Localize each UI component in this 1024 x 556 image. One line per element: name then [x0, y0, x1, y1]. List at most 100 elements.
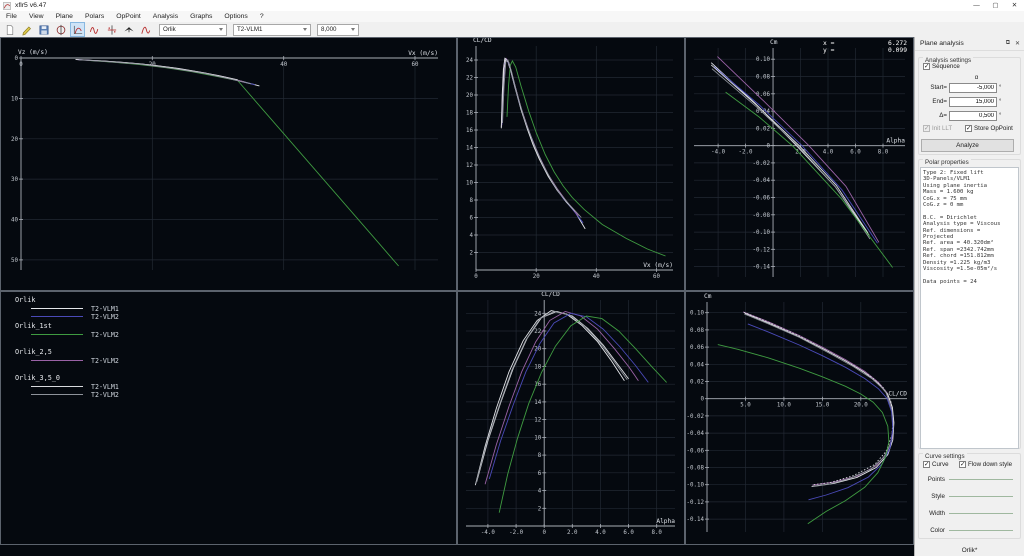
graph-g1-canvas[interactable]: 0 20 40 6001020304050Vz (m/s) Vx (m/s)	[1, 38, 456, 290]
menu-polars[interactable]: Polars	[79, 11, 110, 22]
svg-text:2.0: 2.0	[567, 530, 578, 536]
svg-text:20: 20	[466, 93, 473, 99]
svg-text:10: 10	[534, 435, 541, 441]
graph-g2-canvas[interactable]: 0 20 40 6024681012141618202224CL/CDVx (m/s)	[458, 37, 684, 290]
polar-view-icon[interactable]	[70, 22, 85, 37]
store-oppoint-checkbox-box[interactable]: ✓	[965, 125, 972, 132]
flow-down-style-checkbox-box[interactable]: ✓	[959, 461, 966, 468]
svg-text:-0.14: -0.14	[687, 517, 705, 523]
legend-group-name: Orlik_1st	[15, 322, 52, 330]
svg-text:Vx (m/s): Vx (m/s)	[643, 262, 673, 269]
3d-view-icon[interactable]	[121, 22, 136, 37]
curve-setting-points[interactable]: Points	[921, 475, 1013, 483]
curve	[711, 68, 871, 240]
svg-text:2: 2	[470, 251, 474, 257]
graph-g5-canvas[interactable]: 5.0 10.0 15.0 20.0 0.10 0.08 0.06 0.04 0.02 0 -0.0…	[686, 292, 913, 544]
sequence-checkbox[interactable]: ✓ Sequence	[923, 63, 960, 70]
legend-line-sample	[31, 385, 83, 387]
end-field[interactable]	[949, 96, 997, 107]
graph-g2-pane: 0 20 40 60 2 4 6 8 10 12 14 16 18 20 22 24 CL/CD Vx (m/s)	[457, 37, 685, 291]
line-style-preview[interactable]	[949, 529, 1013, 531]
svg-text:16: 16	[466, 128, 473, 134]
titlebar: xflr5 v6.47 — ▢ ✕	[0, 0, 1024, 11]
close-button[interactable]: ✕	[1005, 0, 1024, 11]
oppoint-combo[interactable]: 8,000	[317, 23, 359, 36]
analyze-button[interactable]: Analyze	[921, 139, 1014, 152]
svg-text:24: 24	[534, 311, 541, 317]
curve-setting-color[interactable]: Color	[921, 526, 1013, 534]
svg-text:0: 0	[19, 62, 23, 68]
chevron-down-icon	[303, 28, 307, 31]
curve-setting-label: Color	[930, 526, 945, 534]
store-oppoint-checkbox[interactable]: ✓ Store OpPoint	[965, 125, 1013, 132]
curve-setting-style[interactable]: Style	[921, 492, 1013, 500]
graph-g3-canvas[interactable]: -4.0 -2.0 2.0 4.0 6.0 8.00.100.080.060.040.02…	[686, 38, 913, 290]
legend-line-sample	[31, 394, 83, 395]
line-style-preview[interactable]	[949, 478, 1013, 480]
save-icon[interactable]	[36, 22, 51, 37]
readout-y-value: 0.099	[888, 47, 907, 54]
opp-view-icon[interactable]	[87, 22, 102, 37]
svg-text:22: 22	[534, 329, 541, 335]
init-llt-checkbox-box[interactable]: ✓	[923, 125, 930, 132]
wing-analysis-icon[interactable]	[53, 22, 68, 37]
svg-text:6.0: 6.0	[623, 530, 634, 536]
curve	[76, 59, 238, 81]
curve-legend-pane: Orlik T2-VLM1 T2-VLM2 Orlik_1st T2-VLM2 Orlik…	[0, 291, 457, 545]
start-field[interactable]	[949, 82, 997, 93]
svg-text:10: 10	[466, 181, 473, 187]
graph-g4-canvas[interactable]: -4.0 -2.0 0 2.0 4.0 6.0 8.02468101214161820222…	[458, 291, 684, 544]
delta-field[interactable]	[949, 110, 997, 121]
menu-options[interactable]: Options	[218, 11, 253, 22]
curve-checkbox[interactable]: ✓ Curve	[923, 461, 949, 468]
curve	[747, 323, 894, 501]
svg-text:4.0: 4.0	[823, 150, 834, 156]
menu-oppoint[interactable]: OpPoint	[110, 11, 147, 22]
panel-close-icon[interactable]: ✕	[1015, 40, 1020, 47]
polar-properties-text: Type 2: Fixed lift 3D-Panels/VLM1 Using pl…	[920, 167, 1019, 449]
undock-icon[interactable]: ⧉	[1006, 40, 1010, 47]
svg-text:-0.08: -0.08	[687, 466, 705, 472]
minimize-button[interactable]: —	[967, 0, 986, 11]
cursor-readout: x = 6.272 y = 0.099	[823, 40, 907, 54]
flow-down-style-checkbox[interactable]: ✓ Flow down style	[959, 461, 1012, 468]
polar-combo-value: T2-VLM1	[237, 26, 263, 33]
sequence-checkbox-box[interactable]: ✓	[923, 63, 930, 70]
legend-group-name: Orlik_3,5_0	[15, 374, 61, 382]
chevron-down-icon	[351, 28, 355, 31]
svg-text:-0.14: -0.14	[753, 265, 771, 271]
status-project-name: Orlik*	[961, 547, 978, 554]
graph-g4-pane: -4.0 -2.0 0 2.0 4.0 6.0 8.0 2 4 6 8 10 12 14 16 18 20 22 2…	[457, 291, 685, 545]
maximize-button[interactable]: ▢	[986, 0, 1005, 11]
svg-text:Alpha: Alpha	[886, 138, 905, 145]
line-style-preview[interactable]	[949, 495, 1013, 497]
plane-combo-value: Orlik	[163, 26, 176, 33]
legend-line-sample	[31, 359, 83, 361]
curve-checkbox-box[interactable]: ✓	[923, 461, 930, 468]
plane-combo[interactable]: Orlik	[159, 23, 227, 36]
menu-[interactable]: ?	[254, 11, 270, 22]
stability-view-icon[interactable]	[138, 22, 153, 37]
open-file-icon[interactable]	[19, 22, 34, 37]
svg-text:22: 22	[466, 76, 473, 82]
graph-g5-pane: 5.0 10.0 15.0 20.0 0.10 0.08 0.06 0.04 0.02 0 -0.0…	[685, 291, 914, 545]
svg-text:40: 40	[593, 274, 600, 280]
menu-file[interactable]: File	[0, 11, 23, 22]
menu-analysis[interactable]: Analysis	[147, 11, 184, 22]
menu-view[interactable]: View	[23, 11, 50, 22]
menu-plane[interactable]: Plane	[50, 11, 79, 22]
legend-line-sample	[31, 316, 83, 317]
new-file-icon[interactable]	[2, 22, 17, 37]
svg-text:-0.12: -0.12	[753, 247, 770, 253]
menu-graphs[interactable]: Graphs	[184, 11, 218, 22]
polar-combo[interactable]: T2-VLM1	[233, 23, 311, 36]
svg-text:0.06: 0.06	[756, 92, 770, 98]
curve-setting-width[interactable]: Width	[921, 509, 1013, 517]
legend-curve-label: T2-VLM2	[91, 356, 119, 365]
cp-view-icon[interactable]	[104, 22, 119, 37]
line-style-preview[interactable]	[949, 512, 1013, 514]
svg-text:Vx (m/s): Vx (m/s)	[408, 50, 438, 57]
curve	[501, 57, 579, 217]
init-llt-checkbox[interactable]: ✓ Init LLT	[923, 125, 952, 132]
svg-text:0.10: 0.10	[756, 57, 770, 63]
